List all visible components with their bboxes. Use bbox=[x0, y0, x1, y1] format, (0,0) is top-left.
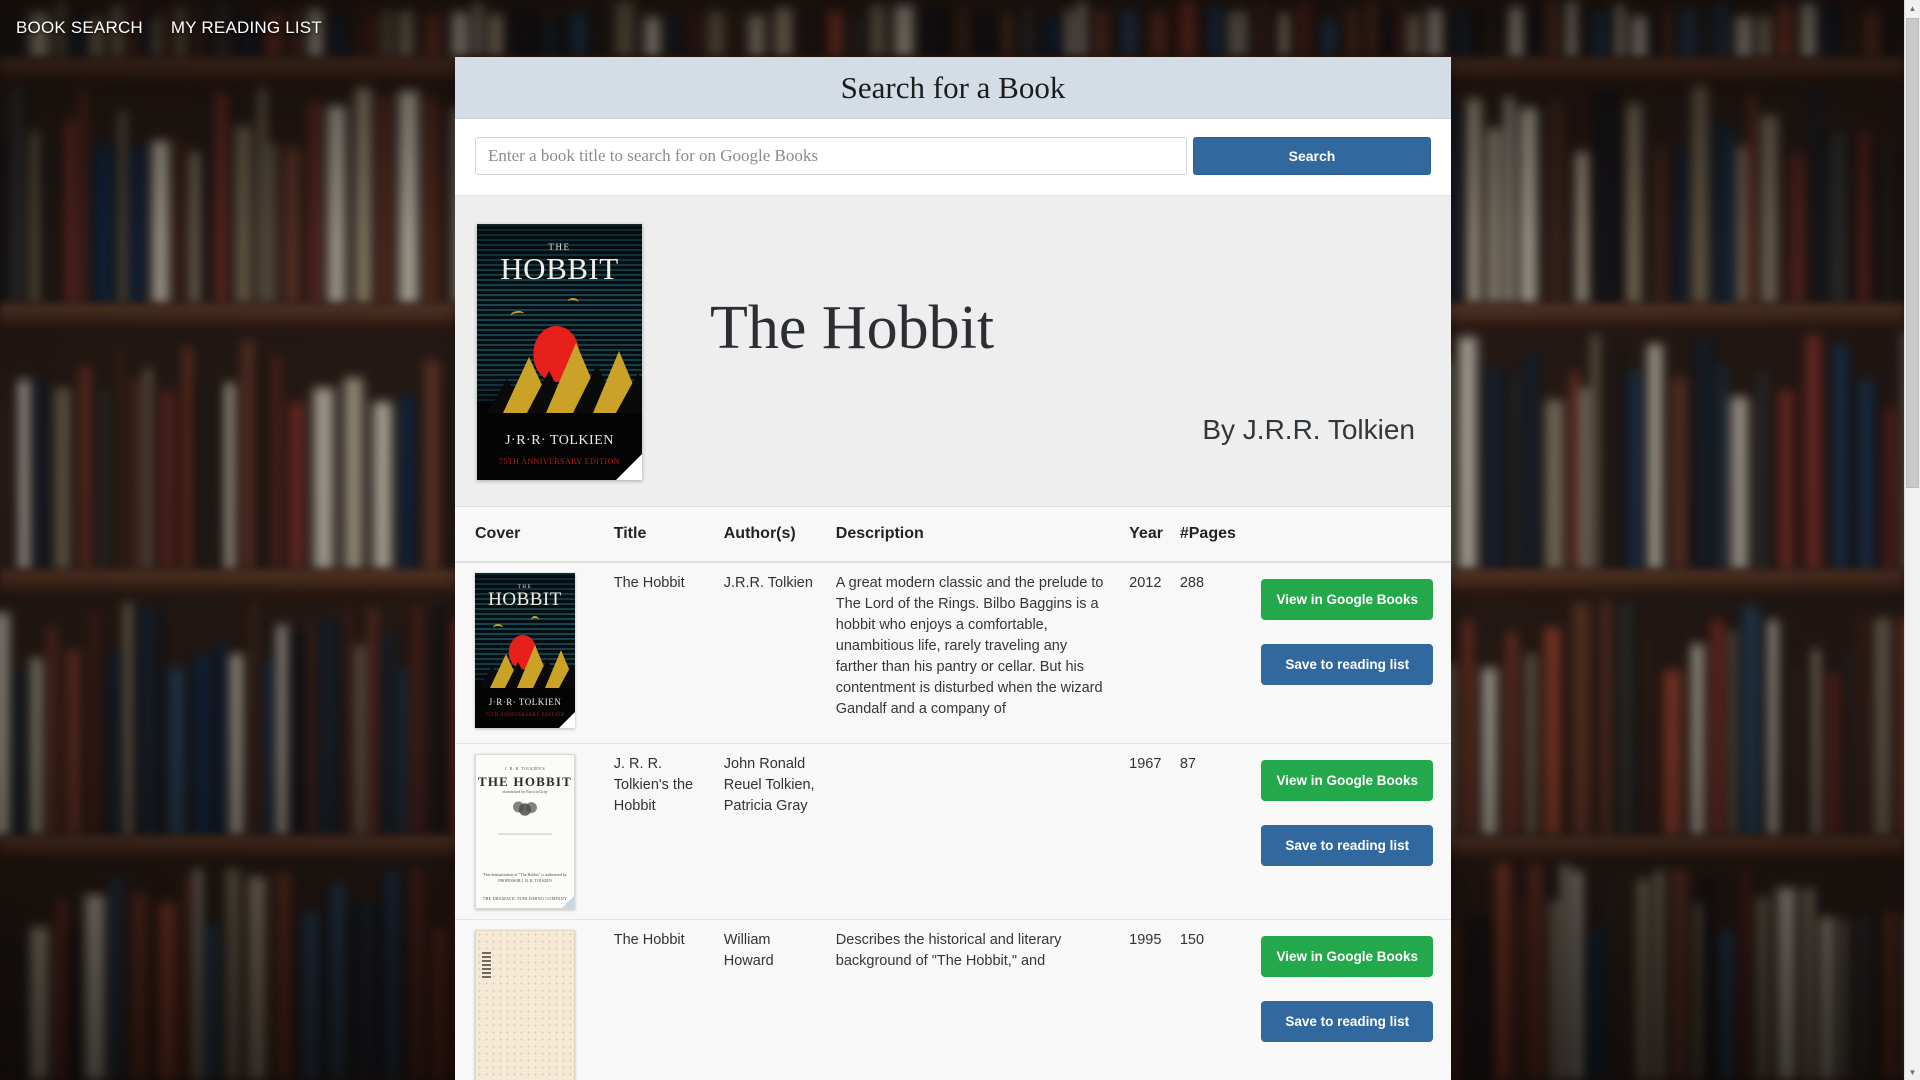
cover-title-label: HOBBIT bbox=[500, 251, 619, 287]
results-table: Cover Title Author(s) Description Year #… bbox=[455, 507, 1451, 1080]
featured-book-author: By J.R.R. Tolkien bbox=[1202, 413, 1415, 445]
hobbit-75th-anniversary-cover: THE HOBBIT J·R·R· TOLKIEN 75TH ANNIVERSARY … bbox=[475, 573, 575, 728]
nav-book-search[interactable]: BOOK SEARCH bbox=[14, 14, 145, 42]
column-header-title: Title bbox=[605, 507, 716, 563]
search-input[interactable] bbox=[475, 137, 1187, 175]
cell-author: William Howard bbox=[715, 919, 828, 1080]
featured-book: THE HOBBIT J·R·R· TOLKIEN 75TH ANNIVERSA… bbox=[455, 195, 1451, 506]
cell-description: Describes the historical and literary ba… bbox=[827, 919, 1122, 1080]
cover-the-label: THE bbox=[548, 241, 571, 252]
column-header-actions bbox=[1247, 507, 1451, 563]
cell-year: 2012 bbox=[1121, 562, 1172, 744]
table-header-row: Cover Title Author(s) Description Year #… bbox=[455, 507, 1451, 563]
panel-header: Search for a Book bbox=[455, 57, 1451, 119]
search-button[interactable]: Search bbox=[1193, 137, 1431, 175]
cell-pages: 87 bbox=[1171, 743, 1248, 920]
cell-year: 1995 bbox=[1121, 919, 1172, 1080]
cell-title: J. R. R. Tolkien's the Hobbit bbox=[605, 743, 716, 920]
save-to-reading-list-button[interactable]: Save to reading list bbox=[1261, 644, 1434, 685]
cell-actions: View in Google Books Save to reading list bbox=[1247, 562, 1451, 744]
view-in-google-books-button[interactable]: View in Google Books bbox=[1261, 760, 1434, 801]
cell-cover: THE HOBBIT J·R·R· TOLKIEN 75TH ANNIVERSARY … bbox=[455, 562, 606, 744]
cell-description: A great modern classic and the prelude t… bbox=[827, 562, 1122, 744]
table-row: THE HOBBIT J·R·R· TOLKIEN 75TH ANNIVERSARY … bbox=[455, 562, 1451, 744]
cell-description bbox=[827, 743, 1122, 920]
view-in-google-books-button[interactable]: View in Google Books bbox=[1261, 936, 1434, 977]
column-header-author: Author(s) bbox=[715, 507, 828, 563]
column-header-year: Year bbox=[1121, 507, 1172, 563]
cell-title: The Hobbit bbox=[605, 919, 716, 1080]
search-form: Search bbox=[455, 119, 1451, 195]
scrollbar-thumb[interactable] bbox=[1906, 18, 1919, 488]
page-title: Search for a Book bbox=[840, 69, 1066, 105]
cell-author: J.R.R. Tolkien bbox=[715, 562, 828, 744]
cell-pages: 288 bbox=[1171, 562, 1248, 744]
cell-cover bbox=[455, 919, 606, 1080]
scroll-down-arrow-icon[interactable]: ▼ bbox=[1905, 1064, 1920, 1080]
column-header-description: Description bbox=[827, 507, 1122, 563]
description-scroll-area[interactable]: Describes the historical and literary ba… bbox=[836, 930, 1113, 1080]
cell-actions: View in Google Books Save to reading list bbox=[1247, 743, 1451, 920]
featured-book-text: The Hobbit By J.R.R. Tolkien bbox=[664, 224, 1429, 480]
featured-book-title: The Hobbit bbox=[710, 294, 995, 363]
hobbit-cream-cover bbox=[475, 930, 575, 1080]
cell-author: John Ronald Reuel Tolkien, Patricia Gray bbox=[715, 743, 828, 920]
column-header-pages: #Pages bbox=[1171, 507, 1248, 563]
nav-my-reading-list[interactable]: MY READING LIST bbox=[169, 14, 324, 42]
top-navigation-bar: BOOK SEARCH MY READING LIST bbox=[0, 0, 1904, 56]
cell-year: 1967 bbox=[1121, 743, 1172, 920]
view-in-google-books-button[interactable]: View in Google Books bbox=[1261, 579, 1434, 620]
hobbit-play-script-cover: J. R. R. TOLKIEN'S THE HOBBIT dramatized b… bbox=[475, 754, 575, 909]
featured-book-cover-image: THE HOBBIT J·R·R· TOLKIEN 75TH ANNIVERSA… bbox=[477, 224, 642, 480]
cover-author-label: J·R·R· TOLKIEN bbox=[505, 433, 614, 449]
search-results: Cover Title Author(s) Description Year #… bbox=[455, 506, 1451, 1080]
save-to-reading-list-button[interactable]: Save to reading list bbox=[1261, 1001, 1434, 1042]
table-row: The Hobbit William Howard Describes the hi… bbox=[455, 919, 1451, 1080]
page-scrollbar[interactable]: ▲ ▼ bbox=[1904, 0, 1920, 1080]
save-to-reading-list-button[interactable]: Save to reading list bbox=[1261, 825, 1434, 866]
column-header-cover: Cover bbox=[455, 507, 606, 563]
cell-pages: 150 bbox=[1171, 919, 1248, 1080]
cell-title: The Hobbit bbox=[605, 562, 716, 744]
scroll-up-arrow-icon[interactable]: ▲ bbox=[1905, 0, 1920, 16]
cell-actions: View in Google Books Save to reading list bbox=[1247, 919, 1451, 1080]
cell-cover: J. R. R. TOLKIEN'S THE HOBBIT dramatized b… bbox=[455, 743, 606, 920]
description-scroll-area[interactable]: A great modern classic and the prelude t… bbox=[836, 573, 1113, 733]
search-panel: Search for a Book Search THE HOBBIT J·R·… bbox=[455, 57, 1451, 1080]
table-row: J. R. R. TOLKIEN'S THE HOBBIT dramatized b… bbox=[455, 743, 1451, 920]
